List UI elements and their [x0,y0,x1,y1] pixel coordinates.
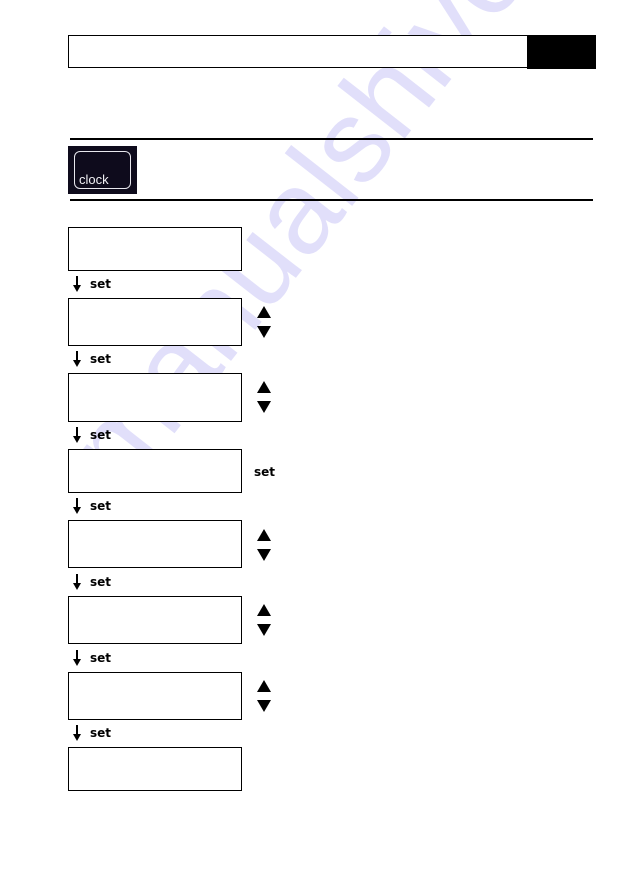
updown-control-step-6 [256,604,272,636]
updown-control-step-5 [256,529,272,561]
set-transition-2: set [72,351,111,367]
display-step-3 [68,373,242,422]
display-step-6 [68,596,242,644]
set-label: set [90,499,112,513]
updown-control-step-2 [256,306,272,338]
set-transition-5: set [72,574,111,590]
page-header-box [68,35,596,68]
set-label: set [90,651,112,665]
triangle-up-icon [257,604,271,616]
display-step-4 [68,449,242,493]
set-transition-6: set [72,650,111,666]
triangle-down-icon [257,549,271,561]
triangle-down-icon [257,326,271,338]
triangle-up-icon [257,381,271,393]
triangle-up-icon [257,680,271,692]
arrow-down-icon [72,574,82,590]
set-transition-7: set [72,725,111,741]
display-step-1 [68,227,242,271]
arrow-down-icon [72,498,82,514]
updown-control-step-7 [256,680,272,712]
set-label: set [90,726,112,740]
set-label: set [90,575,112,589]
clock-button-label: clock [79,172,109,187]
section-top-rule [70,138,593,140]
display-step-7 [68,672,242,720]
set-transition-3: set [72,427,111,443]
triangle-down-icon [257,624,271,636]
arrow-down-icon [72,276,82,292]
arrow-down-icon [72,725,82,741]
set-control-step-4: set [254,465,276,479]
set-label: set [90,277,112,291]
updown-control-step-3 [256,381,272,413]
clock-button-frame: clock [74,151,131,189]
arrow-down-icon [72,351,82,367]
display-step-2 [68,298,242,346]
set-label: set [90,352,112,366]
triangle-up-icon [257,529,271,541]
set-label: set [90,428,112,442]
arrow-down-icon [72,650,82,666]
set-transition-4: set [72,498,111,514]
page-header-tab [527,35,596,69]
clock-button-icon: clock [68,146,137,194]
display-step-8 [68,747,242,791]
display-step-5 [68,520,242,568]
triangle-down-icon [257,401,271,413]
set-transition-1: set [72,276,111,292]
triangle-down-icon [257,700,271,712]
arrow-down-icon [72,427,82,443]
section-bottom-rule [70,199,593,201]
triangle-up-icon [257,306,271,318]
